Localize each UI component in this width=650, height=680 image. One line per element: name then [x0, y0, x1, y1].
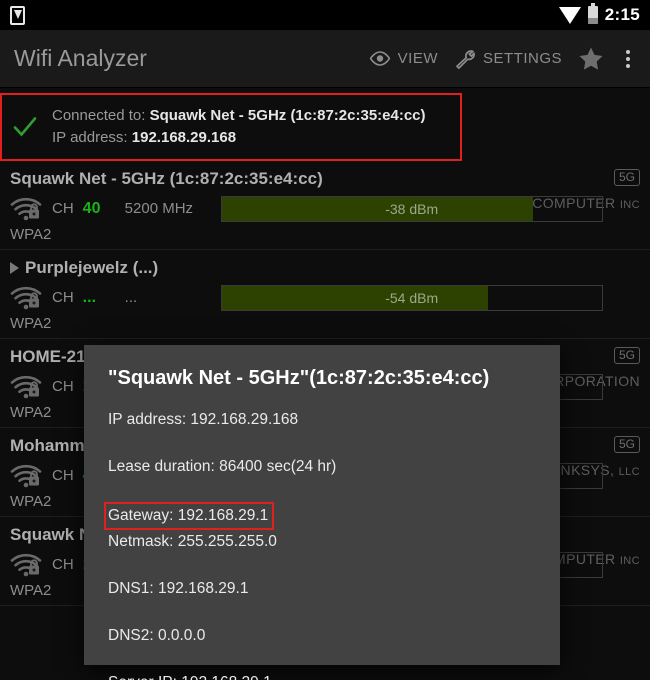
dialog-details: IP address: 192.168.29.168 Lease duration… — [104, 408, 536, 680]
app-screen: 2:15 Wifi Analyzer VIEW SETTINGS Connect… — [0, 0, 650, 680]
dialog-detail-line: Netmask: 255.255.255.0 — [108, 532, 277, 550]
dialog-title: "Squawk Net - 5GHz"(1c:87:2c:35:e4:cc) — [108, 367, 490, 389]
dialog-gateway-line: Gateway: 192.168.29.1 — [104, 502, 275, 530]
dialog-scrim[interactable]: "Squawk Net - 5GHz"(1c:87:2c:35:e4:cc) I… — [0, 0, 650, 680]
dialog-detail-line: IP address: 192.168.29.168 — [108, 411, 299, 428]
dialog-detail-line: Lease duration: 86400 sec(24 hr) — [108, 458, 337, 476]
network-details-dialog: "Squawk Net - 5GHz"(1c:87:2c:35:e4:cc) I… — [84, 345, 560, 680]
dialog-detail-line: Server IP: 192.168.29.1 — [108, 671, 536, 680]
dialog-detail-line: DNS1: 192.168.29.1 — [108, 579, 249, 597]
dialog-detail-line: DNS2: 0.0.0.0 — [108, 626, 206, 644]
